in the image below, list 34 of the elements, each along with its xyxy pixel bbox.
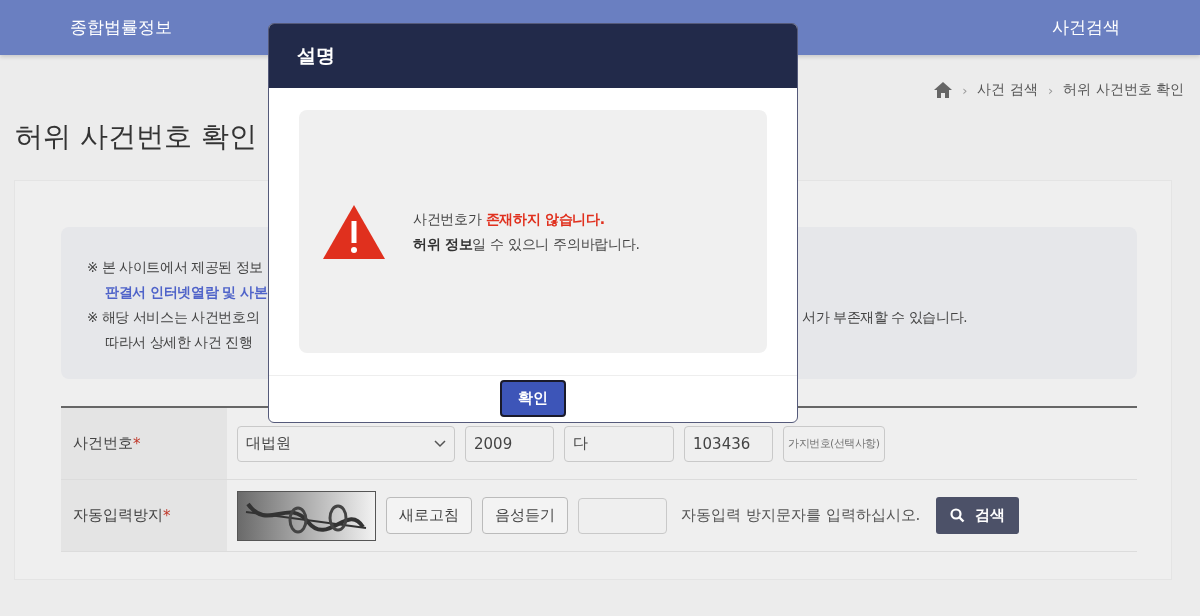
case-number-field[interactable]: 103436: [684, 425, 773, 462]
branch-number-field[interactable]: 가지번호(선택사항): [783, 425, 885, 462]
notice-text: 따라서 상세한 사건 진행: [104, 333, 253, 350]
dialog-title: 설명: [297, 43, 335, 68]
notice-link[interactable]: 판결서 인터넷열람 및 사본: [87, 283, 268, 300]
case-type-field[interactable]: 다: [564, 425, 674, 462]
page-title: 허위 사건번호 확인: [15, 119, 258, 155]
required-mark: *: [163, 506, 171, 525]
confirm-button[interactable]: 확인: [500, 380, 566, 417]
court-select[interactable]: 대법원: [237, 425, 455, 462]
chevron-icon: ›: [962, 82, 968, 98]
breadcrumb-item[interactable]: 사건 검색: [977, 81, 1038, 99]
home-icon[interactable]: [934, 82, 953, 98]
required-mark: *: [133, 434, 141, 453]
chevron-icon: ›: [1047, 82, 1054, 98]
breadcrumb-item[interactable]: 허위 사건번호 확인: [1063, 81, 1184, 99]
field-label: 자동입력방지: [73, 506, 163, 525]
notice-text: 서가 부존재할 수 있습니다.: [802, 308, 968, 327]
warning-icon: [323, 204, 385, 259]
field-label: 사건번호: [73, 434, 133, 453]
nav-item[interactable]: 사건검색: [1052, 16, 1120, 39]
search-icon: [950, 508, 966, 523]
notice-text: ※ 해당 서비스는 사건번호의: [87, 308, 260, 325]
audio-button[interactable]: 음성듣기: [482, 497, 568, 534]
captcha-hint: 자동입력 방지문자를 입력하십시오.: [681, 506, 921, 525]
message-text: 허위 정보일 수 있으니 주의바랍니다.: [413, 234, 640, 254]
nav-item[interactable]: 종합법률정보: [70, 16, 172, 39]
captcha-field[interactable]: [578, 497, 667, 534]
message-text: 사건번호가 존재하지 않습니다.: [413, 209, 606, 229]
search-button[interactable]: 검색: [936, 497, 1020, 534]
chevron-down-icon: [434, 439, 446, 448]
refresh-button[interactable]: 새로고침: [386, 497, 472, 534]
notice-text: ※ 본 사이트에서 제공된 정보: [87, 258, 264, 275]
year-field[interactable]: 2009: [465, 425, 554, 462]
